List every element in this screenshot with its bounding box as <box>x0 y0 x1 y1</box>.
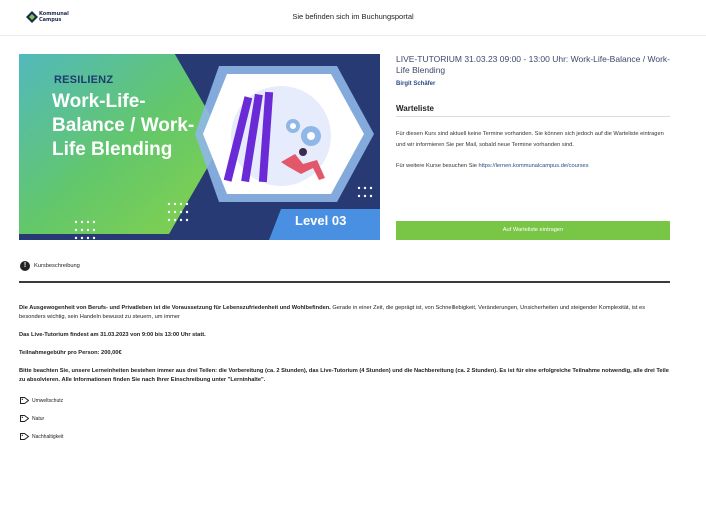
tab-underline <box>19 281 670 283</box>
tag-icon <box>20 397 29 404</box>
description-paragraph-2: Das Live-Tutorium findest am 31.03.2023 … <box>19 332 206 338</box>
description-paragraph-1: Die Ausgewogenheit von Berufs- und Priva… <box>19 304 671 322</box>
hero-tag: RESILIENZ <box>54 74 114 86</box>
more-courses-link[interactable]: https://lernen.kommunalcampus.de/courses <box>479 163 589 169</box>
join-waitlist-button[interactable]: Auf Warteliste eintragen <box>396 221 670 240</box>
more-courses-text: Für weitere Kurse besuchen Sie https://l… <box>396 163 670 169</box>
hero-title: Work-Life-Balance / Work-Life Blending <box>52 91 195 160</box>
tab-kursbeschreibung-label: Kursbeschreibung <box>34 263 80 269</box>
portal-title: Sie befinden sich im Buchungsportal <box>292 12 414 21</box>
tag-label: Umweltschutz <box>32 398 64 404</box>
tag-label: Natur <box>32 416 45 422</box>
description-paragraph-4: Bitte beachten Sie, unsere Lerneinheiten… <box>19 368 669 383</box>
info-icon: ! <box>20 261 30 271</box>
course-hero-image: RESILIENZ Work-Life-Balance / Work-Life … <box>19 54 380 240</box>
course-title: LIVE-TUTORIUM 31.03.23 09:00 - 13:00 Uhr… <box>396 54 670 75</box>
waitlist-heading: Warteliste <box>396 104 670 117</box>
tag-icon <box>20 415 29 422</box>
course-author-link[interactable]: Birgit Schäfer <box>396 81 435 87</box>
tag-label: Nachhaltigkeit <box>32 434 64 440</box>
more-courses-prefix: Für weitere Kurse besuchen Sie <box>396 163 477 169</box>
tag-icon <box>20 433 29 440</box>
waitlist-info: Für diesen Kurs sind aktuell keine Termi… <box>396 131 664 148</box>
description-paragraph-3: Teilnahmegebühr pro Person: 200,00€ <box>19 350 122 356</box>
hero-level-badge: Level 03 <box>295 213 347 228</box>
top-bar: Kommunal Campus Sie befinden sich im Buc… <box>0 0 706 36</box>
description-p1-bold: Die Ausgewogenheit von Berufs- und Priva… <box>19 305 331 311</box>
